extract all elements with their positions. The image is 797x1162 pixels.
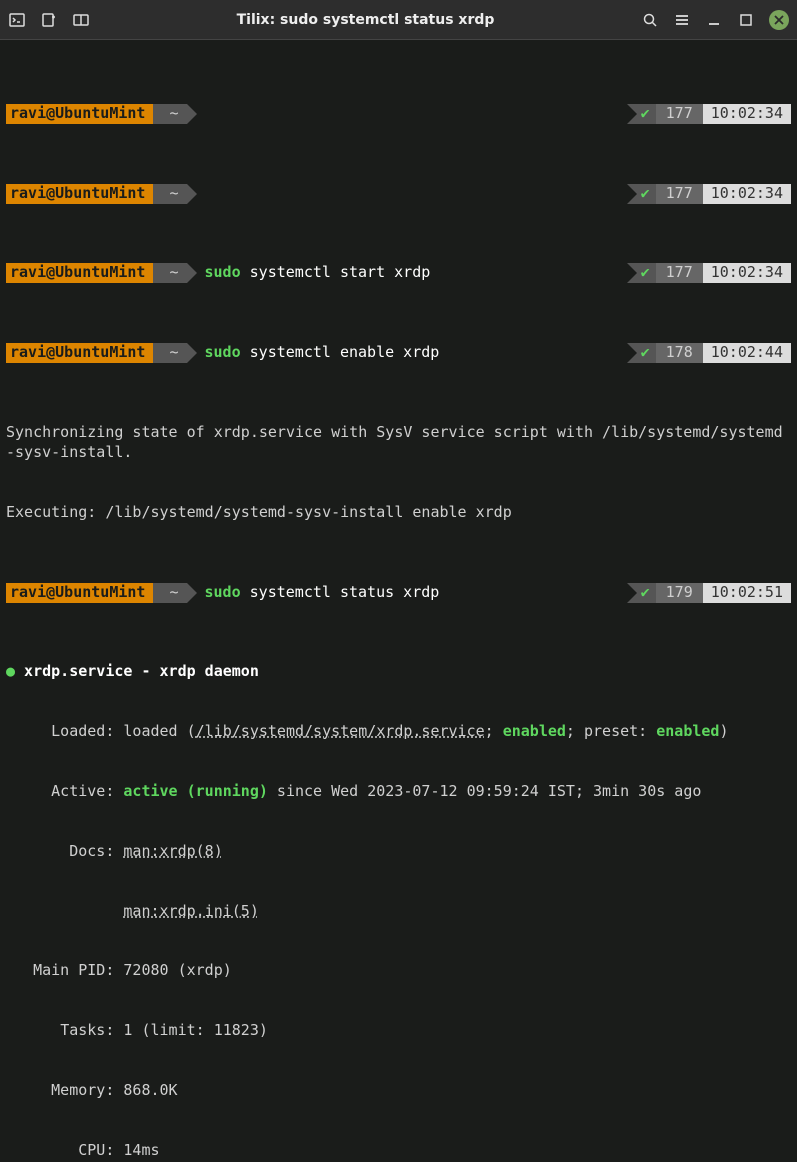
prompt-cmd: sudo systemctl enable xrdp (187, 343, 627, 363)
history-number: 177 (656, 104, 703, 124)
prompt-row: ravi@UbuntuMint ~ sudo systemctl status … (6, 583, 791, 603)
timestamp: 10:02:34 (703, 263, 791, 283)
tasks-line: Tasks: 1 (limit: 11823) (6, 1021, 791, 1041)
timestamp: 10:02:44 (703, 343, 791, 363)
status-check-icon: ✔ (627, 263, 656, 283)
status-check-icon: ✔ (627, 184, 656, 204)
maximize-icon[interactable] (737, 11, 755, 29)
timestamp: 10:02:51 (703, 583, 791, 603)
search-icon[interactable] (641, 11, 659, 29)
close-icon[interactable] (769, 10, 789, 30)
prompt-user: ravi@UbuntuMint (6, 343, 153, 363)
history-number: 178 (656, 343, 703, 363)
prompt-cmd (187, 104, 627, 124)
timestamp: 10:02:34 (703, 104, 791, 124)
output-line: Executing: /lib/systemd/systemd-sysv-ins… (6, 503, 791, 523)
status-check-icon: ✔ (627, 343, 656, 363)
status-check-icon: ✔ (627, 104, 656, 124)
cpu-line: CPU: 14ms (6, 1141, 791, 1161)
prompt-row: ravi@UbuntuMint ~ sudo systemctl enable … (6, 343, 791, 363)
prompt-user: ravi@UbuntuMint (6, 184, 153, 204)
split-icon[interactable] (72, 11, 90, 29)
prompt-row: ravi@UbuntuMint ~ ✔ 177 10:02:34 (6, 184, 791, 204)
menu-icon[interactable] (673, 11, 691, 29)
memory-line: Memory: 868.0K (6, 1081, 791, 1101)
prompt-path: ~ (153, 263, 186, 283)
history-number: 177 (656, 263, 703, 283)
new-tab-icon[interactable] (40, 11, 58, 29)
status-check-icon: ✔ (627, 583, 656, 603)
docs-line: man:xrdp.ini(5) (6, 902, 791, 922)
prompt-path: ~ (153, 343, 186, 363)
prompt-path: ~ (153, 104, 186, 124)
active-line: Active: active (running) since Wed 2023-… (6, 782, 791, 802)
output-line: Synchronizing state of xrdp.service with… (6, 423, 791, 463)
minimize-icon[interactable] (705, 11, 723, 29)
docs-line: Docs: man:xrdp(8) (6, 842, 791, 862)
prompt-user: ravi@UbuntuMint (6, 263, 153, 283)
prompt-cmd: sudo systemctl start xrdp (187, 263, 627, 283)
prompt-user: ravi@UbuntuMint (6, 583, 153, 603)
prompt-cmd: sudo systemctl status xrdp (187, 583, 627, 603)
prompt-row: ravi@UbuntuMint ~ sudo systemctl start x… (6, 263, 791, 283)
prompt-path: ~ (153, 583, 186, 603)
prompt-path: ~ (153, 184, 186, 204)
history-number: 179 (656, 583, 703, 603)
service-header: ● xrdp.service - xrdp daemon (6, 662, 791, 682)
prompt-user: ravi@UbuntuMint (6, 104, 153, 124)
terminal-icon[interactable] (8, 11, 26, 29)
terminal-area[interactable]: ravi@UbuntuMint ~ ✔ 177 10:02:34 ravi@Ub… (0, 40, 797, 1162)
titlebar: Tilix: sudo systemctl status xrdp (0, 0, 797, 40)
prompt-cmd (187, 184, 627, 204)
prompt-row: ravi@UbuntuMint ~ ✔ 177 10:02:34 (6, 104, 791, 124)
window-title: Tilix: sudo systemctl status xrdp (90, 12, 641, 28)
loaded-line: Loaded: loaded (/lib/systemd/system/xrdp… (6, 722, 791, 742)
history-number: 177 (656, 184, 703, 204)
mainpid-line: Main PID: 72080 (xrdp) (6, 961, 791, 981)
timestamp: 10:02:34 (703, 184, 791, 204)
